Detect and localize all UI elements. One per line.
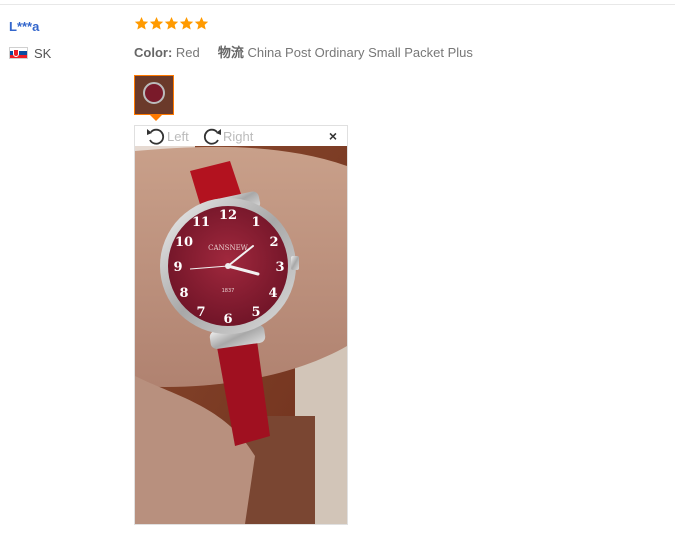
order-attributes: Color: Red 物流 China Post Ordinary Small …: [134, 42, 473, 61]
viewer-toolbar: Left Right ×: [135, 126, 347, 146]
rotate-left-label: Left: [167, 128, 189, 144]
dial-number: 12: [219, 208, 237, 223]
reviewer-name[interactable]: L***a: [9, 19, 39, 34]
rotate-right-button[interactable]: Right: [201, 127, 253, 145]
dial-number: 3: [275, 260, 284, 275]
rotate-left-icon: [147, 128, 165, 145]
star-icon: [149, 16, 164, 31]
country-code: SK: [34, 45, 52, 61]
watch-sub: 1837: [222, 288, 235, 294]
color-label: Color:: [134, 45, 173, 60]
star-icon: [134, 16, 149, 31]
shipping-value: China Post Ordinary Small Packet Plus: [247, 45, 473, 60]
shipping-label: 物流: [217, 45, 244, 60]
close-icon[interactable]: ×: [329, 128, 337, 144]
dial-number: 1: [251, 215, 260, 230]
review-photo: 12 1 2 3 4 5 6 7 8 9 10 11 CANSNEW 1837: [135, 146, 347, 524]
color-value: Red: [175, 45, 200, 60]
dial-number: 9: [173, 260, 182, 275]
thumbnail-pointer: [150, 115, 162, 121]
watch-photo-image: 12 1 2 3 4 5 6 7 8 9 10 11 CANSNEW 1837: [135, 146, 347, 524]
star-icon: [194, 16, 209, 31]
photo-viewer: Left Right × 12 1 2 3 4 5 6 7 8 9 10 11 …: [134, 125, 348, 525]
review-photo-thumbnail[interactable]: [134, 75, 174, 115]
star-icon: [179, 16, 194, 31]
divider: [0, 4, 675, 5]
dial-number: 4: [268, 286, 277, 301]
dial-number: 8: [179, 286, 188, 301]
dial-number: 10: [175, 235, 193, 250]
rotate-left-button[interactable]: Left: [145, 127, 189, 145]
rotate-right-label: Right: [223, 128, 254, 144]
dial-number: 6: [223, 312, 232, 327]
dial-number: 2: [269, 235, 278, 250]
dial-number: 7: [196, 305, 205, 320]
dial-number: 11: [192, 215, 210, 230]
dial-number: 5: [251, 305, 260, 320]
reviewer-country: SK: [9, 45, 52, 61]
rotate-right-icon: [203, 128, 221, 145]
star-rating: [134, 16, 209, 31]
slovakia-flag-icon: [9, 47, 28, 59]
watch-brand: CANSNEW: [208, 244, 249, 252]
star-icon: [164, 16, 179, 31]
